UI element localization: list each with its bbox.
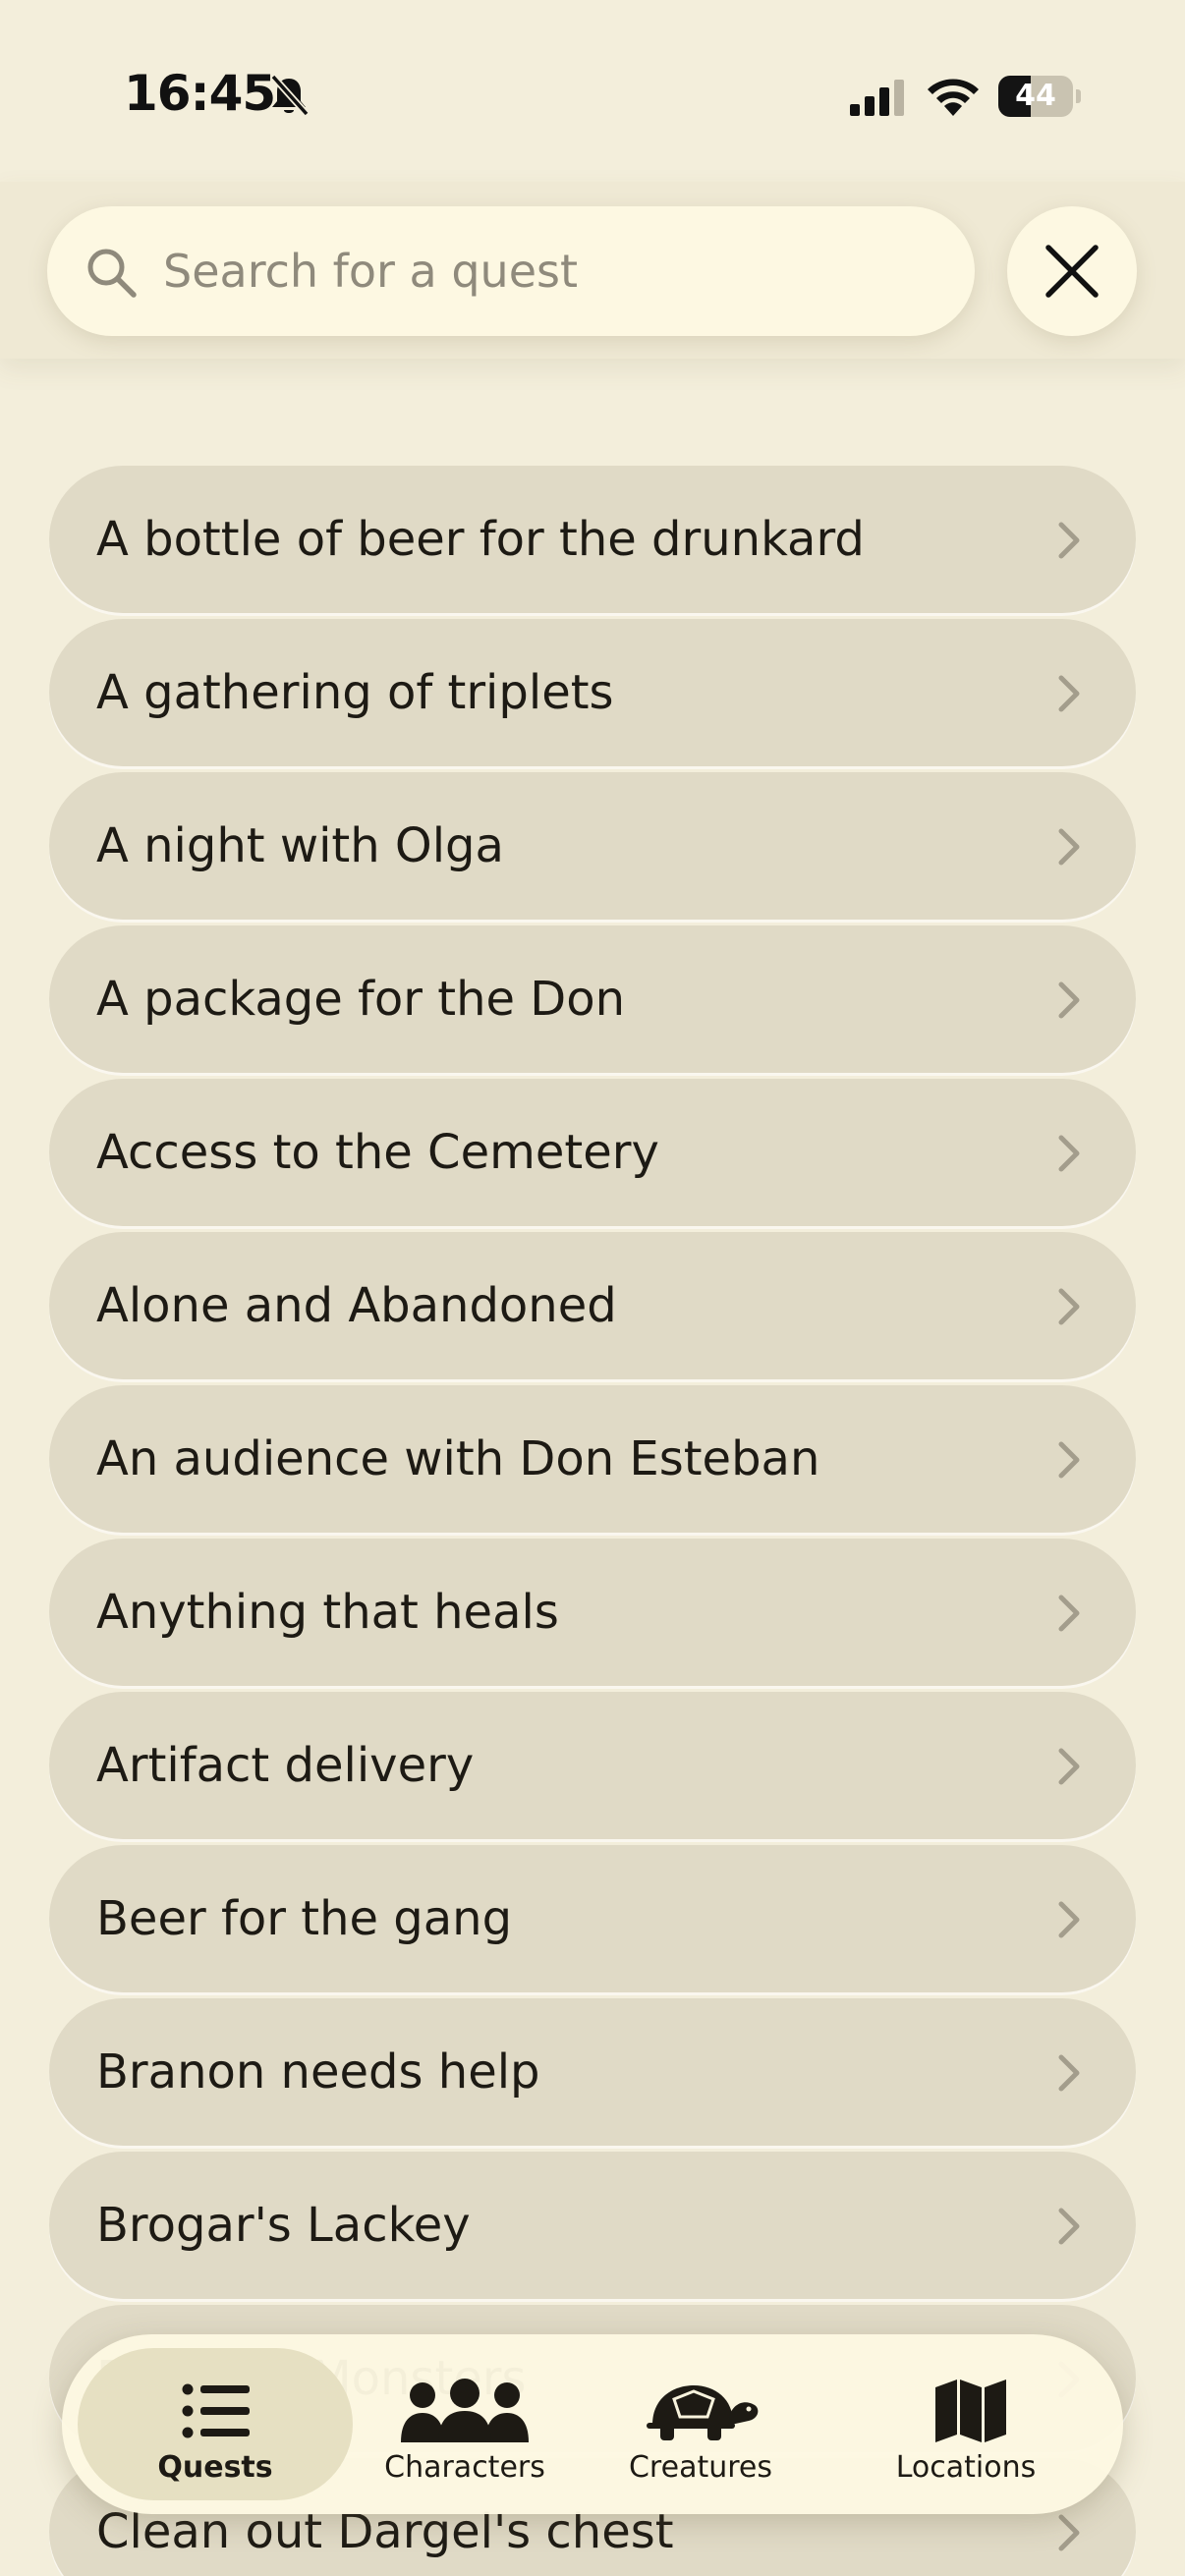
search-bar[interactable] — [47, 206, 975, 336]
quest-item[interactable]: An audience with Don Esteban — [49, 1385, 1136, 1533]
quest-label: Artifact delivery — [96, 1738, 475, 1793]
map-icon — [935, 2380, 1006, 2442]
cellular-signal-icon — [850, 80, 904, 116]
quest-label: A gathering of triplets — [96, 665, 614, 720]
search-header — [0, 182, 1185, 359]
quest-item[interactable]: A gathering of triplets — [49, 619, 1136, 766]
tab-label-quests: Quests — [157, 2450, 273, 2485]
chevron-right-icon — [1058, 828, 1080, 866]
quest-item[interactable]: Access to the Cemetery — [49, 1079, 1136, 1226]
quest-label: A bottle of beer for the drunkard — [96, 512, 865, 567]
chevron-right-icon — [1058, 1901, 1080, 1938]
status-bar: 16:45 44 — [0, 0, 1185, 182]
quest-item[interactable]: Brogar's Lackey — [49, 2152, 1136, 2299]
tab-label-characters: Characters — [384, 2450, 545, 2485]
chevron-right-icon — [1058, 522, 1080, 559]
battery-level: 44 — [1015, 79, 1056, 113]
tab-quests[interactable]: Quests — [78, 2348, 353, 2500]
bell-slash-icon — [270, 74, 310, 117]
tab-bar: Quests Characters Creatures Locations — [62, 2334, 1123, 2514]
battery-icon: 44 — [998, 76, 1081, 117]
quest-list: A bottle of beer for the drunkard A gathe… — [49, 466, 1136, 2576]
quest-label: Access to the Cemetery — [96, 1125, 659, 1180]
chevron-right-icon — [1058, 675, 1080, 712]
wifi-icon — [928, 79, 979, 116]
close-icon — [1045, 245, 1099, 298]
quest-label: A package for the Don — [96, 972, 626, 1027]
quest-label: Branon needs help — [96, 2044, 540, 2100]
quest-label: An audience with Don Esteban — [96, 1431, 820, 1486]
chevron-right-icon — [1058, 1748, 1080, 1785]
tab-label-creatures: Creatures — [628, 2450, 772, 2485]
chevron-right-icon — [1058, 2054, 1080, 2092]
tab-locations[interactable]: Locations — [838, 2348, 1094, 2500]
quest-item[interactable]: Alone and Abandoned — [49, 1232, 1136, 1379]
quest-label: A night with Olga — [96, 818, 504, 873]
quest-label: Anything that heals — [96, 1585, 559, 1640]
status-time: 16:45 — [124, 65, 276, 122]
turtle-icon — [647, 2385, 759, 2440]
search-input[interactable] — [163, 206, 939, 336]
quest-item[interactable]: A package for the Don — [49, 925, 1136, 1073]
tab-creatures[interactable]: Creatures — [583, 2348, 818, 2500]
search-icon — [87, 249, 137, 298]
chevron-right-icon — [1058, 2514, 1080, 2551]
quest-label: Brogar's Lackey — [96, 2198, 471, 2253]
quest-label: Alone and Abandoned — [96, 1278, 617, 1333]
tab-label-locations: Locations — [895, 2450, 1037, 2485]
quest-item[interactable]: Branon needs help — [49, 1998, 1136, 2146]
chevron-right-icon — [1058, 981, 1080, 1019]
quest-item[interactable]: Artifact delivery — [49, 1692, 1136, 1839]
list-icon — [182, 2383, 250, 2438]
quest-item[interactable]: Beer for the gang — [49, 1845, 1136, 1992]
quest-item[interactable]: A night with Olga — [49, 772, 1136, 920]
quest-item[interactable]: A bottle of beer for the drunkard — [49, 466, 1136, 613]
close-button[interactable] — [1007, 206, 1137, 336]
chevron-right-icon — [1058, 1441, 1080, 1479]
people-icon — [401, 2379, 529, 2442]
chevron-right-icon — [1058, 1135, 1080, 1172]
tab-characters[interactable]: Characters — [357, 2348, 573, 2500]
chevron-right-icon — [1058, 2208, 1080, 2245]
quest-label: Beer for the gang — [96, 1891, 513, 1946]
chevron-right-icon — [1058, 1595, 1080, 1632]
chevron-right-icon — [1058, 1288, 1080, 1325]
quest-item[interactable]: Anything that heals — [49, 1539, 1136, 1686]
